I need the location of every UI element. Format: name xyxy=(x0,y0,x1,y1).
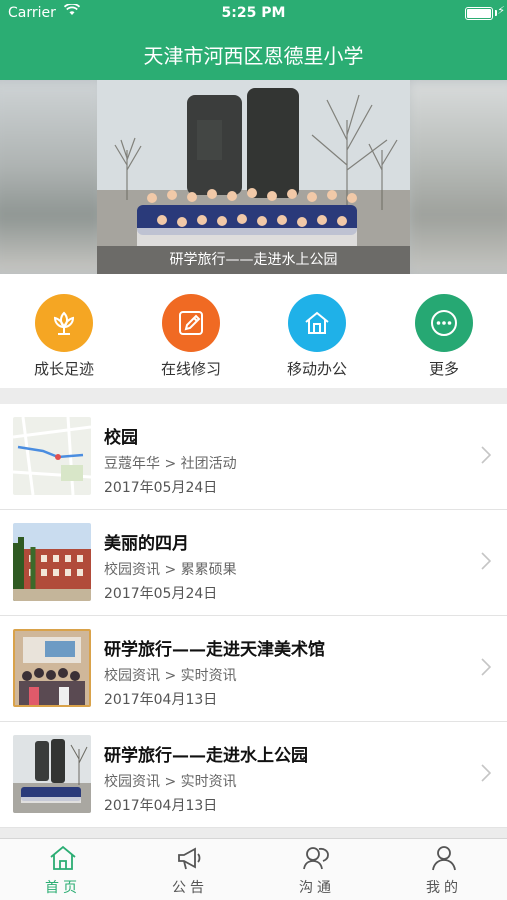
quick-action-label: 移动办公 xyxy=(286,360,347,378)
building-thumbnail xyxy=(13,523,91,601)
charging-icon: ⚡ xyxy=(497,4,505,17)
list-item-category: 校园资讯 > 实时资讯 xyxy=(104,774,237,790)
pencil-icon xyxy=(162,294,220,352)
list-item-date: 2017年05月24日 xyxy=(104,586,218,602)
battery-icon xyxy=(465,7,493,20)
tab-label: 公告 xyxy=(172,880,208,896)
home-outline-icon xyxy=(0,845,126,875)
flower-icon xyxy=(35,294,93,352)
megaphone-icon xyxy=(127,845,253,875)
list-item-date: 2017年05月24日 xyxy=(104,480,218,496)
quick-action-label: 在线修习 xyxy=(160,360,221,378)
list-item-category: 校园资讯 > 累累硕果 xyxy=(104,562,237,578)
map-thumbnail xyxy=(13,417,91,495)
status-bar: Carrier 5:25 PM ⚡ xyxy=(0,0,507,26)
home-icon xyxy=(288,294,346,352)
tab-mine[interactable]: 我的 xyxy=(381,845,507,897)
list-item[interactable]: 研学旅行——走进天津美术馆 校园资讯 > 实时资讯 2017年04月13日 xyxy=(0,616,507,722)
article-list: 校园 豆蔻年华 > 社团活动 2017年05月24日 美丽的四月 校园资讯 > … xyxy=(0,404,507,828)
list-item-category: 豆蔻年华 > 社团活动 xyxy=(104,456,237,472)
chevron-right-icon xyxy=(481,658,492,680)
banner-carousel[interactable]: 研学旅行——走进水上公园 xyxy=(0,80,507,274)
tab-chat[interactable]: 沟通 xyxy=(254,845,380,897)
list-item-category: 校园资讯 > 实时资讯 xyxy=(104,668,237,684)
park-photo-thumbnail xyxy=(13,735,91,813)
banner-caption: 研学旅行——走进水上公园 xyxy=(97,246,410,274)
quick-action-study[interactable]: 在线修习 xyxy=(141,294,241,379)
list-item[interactable]: 美丽的四月 校园资讯 > 累累硕果 2017年05月24日 xyxy=(0,510,507,616)
tab-home[interactable]: 首页 xyxy=(0,845,126,897)
list-item-title: 研学旅行——走进天津美术馆 xyxy=(104,640,325,660)
list-item-title: 校园 xyxy=(104,428,138,448)
group-photo-thumbnail xyxy=(13,629,91,707)
chevron-right-icon xyxy=(481,552,492,574)
banner-photo[interactable] xyxy=(97,80,410,274)
tab-label: 我的 xyxy=(426,880,462,896)
list-item-title: 研学旅行——走进水上公园 xyxy=(104,746,308,766)
tab-label: 首页 xyxy=(45,880,81,896)
more-icon xyxy=(415,294,473,352)
quick-action-label: 成长足迹 xyxy=(33,360,94,378)
list-item-date: 2017年04月13日 xyxy=(104,692,218,708)
list-item[interactable]: 研学旅行——走进水上公园 校园资讯 > 实时资讯 2017年04月13日 xyxy=(0,722,507,828)
quick-action-more[interactable]: 更多 xyxy=(394,294,494,379)
chevron-right-icon xyxy=(481,446,492,468)
tab-bar: 首页 公告 沟通 我的 xyxy=(0,838,507,900)
tab-label: 沟通 xyxy=(299,880,335,896)
quick-action-label: 更多 xyxy=(428,360,459,378)
quick-action-office[interactable]: 移动办公 xyxy=(267,294,367,379)
tab-notice[interactable]: 公告 xyxy=(127,845,253,897)
quick-actions: 成长足迹 在线修习 移动办公 更多 xyxy=(0,274,507,388)
clock: 5:25 PM xyxy=(221,5,286,21)
list-item-date: 2017年04月13日 xyxy=(104,798,218,814)
chat-people-icon xyxy=(254,845,380,875)
nav-bar: 天津市河西区恩德里小学 xyxy=(0,26,507,80)
person-icon xyxy=(381,845,507,875)
page-title: 天津市河西区恩德里小学 xyxy=(143,44,364,68)
quick-action-growth[interactable]: 成长足迹 xyxy=(14,294,114,379)
list-item-title: 美丽的四月 xyxy=(104,534,189,554)
chevron-right-icon xyxy=(481,764,492,786)
list-item[interactable]: 校园 豆蔻年华 > 社团活动 2017年05月24日 xyxy=(0,404,507,510)
